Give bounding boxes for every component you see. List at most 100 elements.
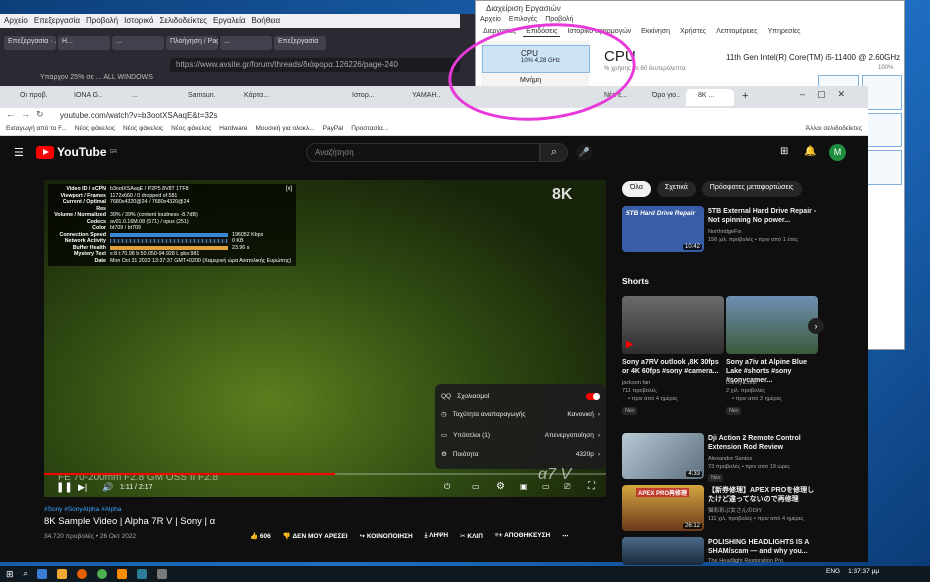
bookmark[interactable]: PayPal [323, 125, 344, 133]
short-thumbnail[interactable]: ▶ [622, 296, 724, 354]
bookmark[interactable]: Εισαγωγή από το F... [6, 125, 67, 133]
microphone-icon[interactable]: 🎤 [576, 144, 593, 161]
clip-button[interactable]: ✂ ΚΛΙΠ [460, 532, 483, 540]
video-hashtags[interactable]: #Sony #SonyAlpha #Alpha [44, 506, 121, 513]
firefox-tab[interactable]: Επεξεργασία [274, 36, 326, 50]
setting-playback-speed[interactable]: ◷ Ταχύτητα αναπαραγωγής Κανονική › [441, 406, 600, 422]
clock[interactable]: 1:37:37 μμ [848, 568, 879, 575]
tab-services[interactable]: Υπηρεσίες [765, 27, 804, 37]
chrome-tab[interactable]: Κάρτα... [232, 89, 272, 106]
dislike-button[interactable]: 👎 ΔΕΝ ΜΟΥ ΑΡΕΣΕΙ [283, 532, 348, 540]
fullscreen-icon[interactable]: ⛶ [588, 481, 595, 492]
search-icon[interactable]: ⌕ [540, 143, 568, 162]
task-view-icon[interactable] [37, 569, 48, 579]
firefox-address-bar[interactable]: https://www.avsite.gr/forum/threads/διάφ… [170, 58, 460, 72]
chrome-tab-active[interactable]: 8K ... [686, 89, 734, 106]
chip-recent[interactable]: Πρόσφατες μεταφορτώσεις [701, 181, 802, 197]
youtube-logo[interactable]: YouTube GR [36, 145, 117, 159]
pause-icon[interactable]: ❚❚ [56, 482, 73, 493]
chrome-tab[interactable]: IONA G... [62, 89, 102, 106]
new-tab-icon[interactable]: + [742, 90, 748, 102]
subtitles-button-icon[interactable]: ▭ [472, 482, 480, 491]
recommendation-title[interactable]: 5TB External Hard Drive Repair - Not spi… [708, 207, 818, 225]
menu-help[interactable]: Βοήθεια [252, 16, 281, 26]
short-channel[interactable]: jackson fan [622, 380, 650, 387]
bookmark[interactable]: Μουσική για ολοκλ... [255, 125, 314, 133]
firefox-tab[interactable]: ... [220, 36, 272, 50]
language-indicator[interactable]: ENG [826, 568, 840, 575]
tab-users[interactable]: Χρήστες [677, 27, 709, 37]
chrome-tab[interactable]: ... [120, 89, 160, 106]
create-icon[interactable]: ⊞ [780, 146, 788, 157]
chrome-tab[interactable]: Όρο γιο... [640, 89, 680, 106]
menu-bookmarks[interactable]: Σελιδοδείκτες [159, 16, 207, 26]
vlc-icon[interactable] [117, 569, 128, 579]
menu-history[interactable]: Ιστορικό [124, 16, 153, 26]
setting-quality[interactable]: ⚙ Ποιότητα 4320p › [441, 446, 600, 462]
tm-menu-view[interactable]: Προβολή [545, 16, 573, 23]
menu-file[interactable]: Αρχείο [4, 16, 28, 26]
bookmark-other[interactable]: Άλλοι σελιδοδείκτες [806, 125, 862, 133]
menu-tools[interactable]: Εργαλεία [213, 16, 245, 26]
recommendation-thumbnail[interactable] [622, 537, 704, 565]
download-button[interactable]: ⤓ ΛΗΨΗ [425, 532, 448, 540]
chrome-icon[interactable] [97, 569, 108, 579]
bookmark[interactable]: Νέος φάκελος [171, 125, 211, 133]
like-button[interactable]: 👍 606 [250, 532, 271, 540]
cast-icon[interactable]: ⎚ [564, 482, 570, 492]
recommendation-thumbnail[interactable]: 4:33 [622, 433, 704, 479]
recommendation-channel[interactable]: 猫彩彩ぷ女さんのDIY [708, 508, 762, 515]
window-controls[interactable]: –▢✕ [800, 89, 857, 100]
file-explorer-icon[interactable] [57, 569, 68, 579]
close-stats-icon[interactable]: [x] [286, 186, 292, 192]
bookmark[interactable]: Νέος φάκελος [123, 125, 163, 133]
shorts-next-icon[interactable]: › [808, 318, 824, 334]
tab-startup[interactable]: Εκκίνηση [638, 27, 673, 37]
more-icon[interactable]: ⋯ [562, 532, 569, 540]
short-channel[interactable]: Danny Cook [726, 380, 757, 387]
short-title[interactable]: Sony a7RV outlook ,8K 30fps or 4K 60fps … [622, 358, 722, 376]
notifications-icon[interactable]: 🔔 [804, 146, 816, 157]
recommendation-title[interactable]: Dji Action 2 Remote Control Extension Ro… [708, 434, 818, 452]
short-thumbnail[interactable] [726, 296, 818, 354]
recommendation-thumbnail[interactable]: 5TB Hard Drive Repair 10:42 [622, 206, 704, 252]
next-icon[interactable]: ▶| [78, 482, 87, 493]
chip-related[interactable]: Σχετικά [656, 181, 696, 197]
setting-subtitles[interactable]: ▭ Υπότιτλοι (1) Απενεργοποίηση › [441, 427, 600, 443]
menu-view[interactable]: Προβολή [86, 16, 118, 26]
save-button[interactable]: ≡+ ΑΠΟΘΗΚΕΥΣΗ [495, 532, 550, 540]
miniplayer-icon[interactable]: ▣ [520, 482, 528, 491]
recommendation-channel[interactable]: Alexandre Santos [708, 456, 752, 463]
recommendation-channel[interactable]: NorthridgeFix [708, 229, 742, 236]
chrome-tab[interactable]: Οι προβ... [8, 89, 48, 106]
share-button[interactable]: ↪ ΚΟΙΝΟΠΟΙΗΣΗ [360, 532, 413, 540]
progress-bar[interactable] [44, 473, 606, 475]
firefox-icon[interactable] [77, 569, 88, 579]
volume-icon[interactable]: 🔊 [102, 482, 113, 493]
recommendation-thumbnail[interactable]: APEX PRO再修理 26:12 [622, 485, 704, 531]
recommendation-channel[interactable]: The Headlight Restoration Pro [708, 558, 783, 565]
bookmark[interactable]: Προστασία... [351, 125, 388, 133]
recommendation-title[interactable]: POLISHING HEADLIGHTS IS A SHAM/scam — an… [708, 538, 818, 556]
firefox-tab[interactable]: ... [112, 36, 164, 50]
theater-mode-icon[interactable]: ▭ [542, 482, 550, 491]
start-icon[interactable]: ⊞ [6, 569, 14, 580]
autoplay-toggle-icon[interactable]: ⏻ [444, 482, 450, 492]
avatar[interactable]: M [829, 144, 846, 161]
menu-edit[interactable]: Επεξεργασία [34, 16, 80, 26]
menu-icon[interactable]: ☰ [14, 146, 24, 159]
chip-all[interactable]: Όλα [622, 181, 651, 197]
chrome-address-bar[interactable]: youtube.com/watch?v=b3ootXSAaqE&t=32s [56, 109, 696, 122]
chrome-tab[interactable]: Samsun... [176, 89, 216, 106]
setting-annotations[interactable]: QQ Σχολιασμοί [441, 388, 600, 404]
recommendation-title[interactable]: 【新券修理】APEX PROを修理したけど違ってないので再修理 [708, 486, 818, 504]
bookmark[interactable]: Hardware [219, 125, 247, 133]
annotations-toggle[interactable] [586, 392, 600, 400]
firefox-tab[interactable]: Επεξεργασία · ... [4, 36, 56, 50]
search-input[interactable]: Αναζήτηση [306, 143, 540, 162]
settings-gear-icon[interactable]: ⚙ [496, 481, 505, 492]
app-icon[interactable] [137, 569, 148, 579]
bookmark[interactable]: Νέος φάκελος [75, 125, 115, 133]
tab-details[interactable]: Λεπτομέρειες [713, 27, 761, 37]
app-icon[interactable] [157, 569, 168, 579]
